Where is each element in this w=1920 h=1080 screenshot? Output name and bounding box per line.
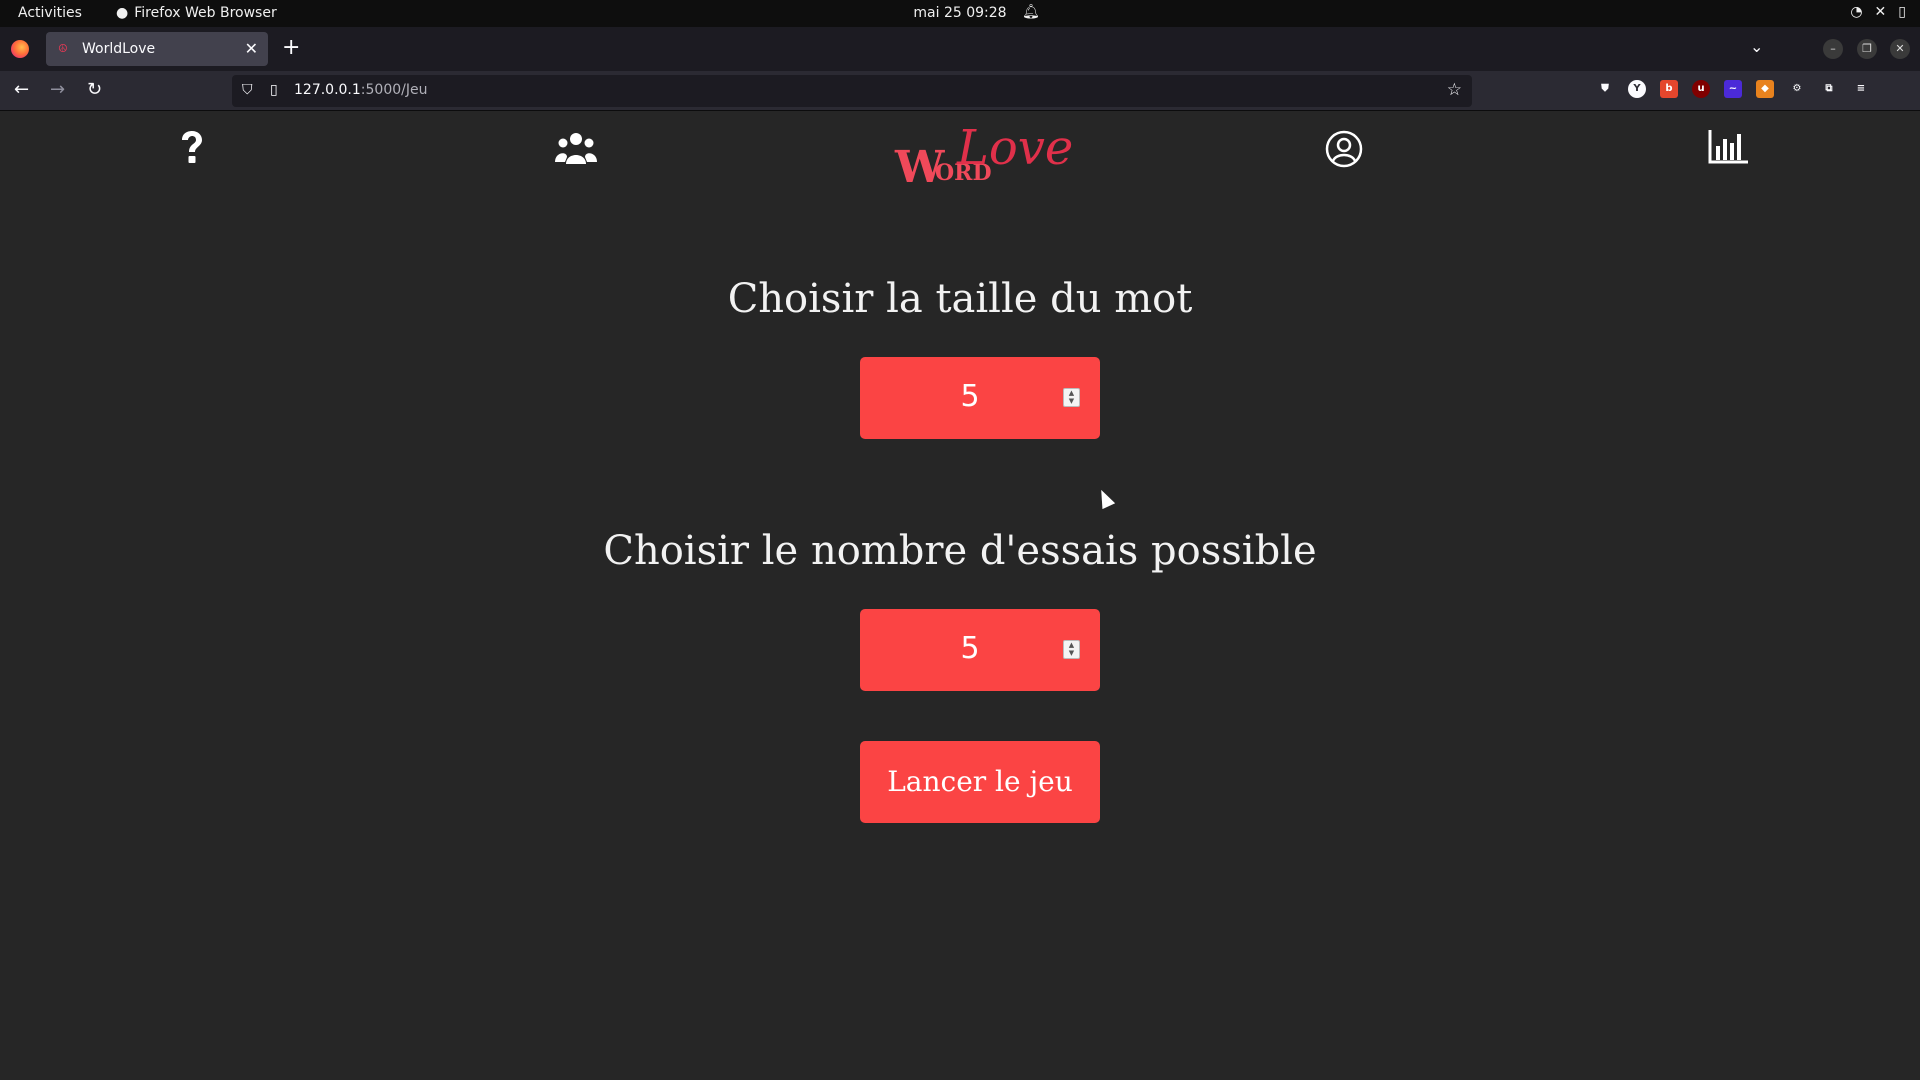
- tracking-protection-shield-icon[interactable]: ⛉: [242, 82, 253, 98]
- activities-button[interactable]: Activities: [18, 5, 82, 21]
- settings-gear-icon[interactable]: ⚙: [1788, 80, 1806, 98]
- app-menu[interactable]: ● Firefox Web Browser: [116, 5, 277, 21]
- tab-strip: ☮ WorldLove ✕ + ⌄ – ❐ ✕: [0, 27, 1920, 71]
- logo-script-love: Love: [957, 120, 1074, 176]
- hamburger-menu-icon[interactable]: ≡: [1852, 80, 1870, 98]
- pocket-icon[interactable]: ⛊: [1596, 80, 1614, 98]
- tries-heading: Choisir le nombre d'essais possible: [603, 528, 1317, 574]
- url-host: 127.0.0.1: [294, 82, 361, 98]
- firefox-icon: ●: [116, 5, 129, 21]
- volume-muted-icon: ✕: [1874, 4, 1887, 20]
- url-path: :5000/Jeu: [360, 82, 428, 98]
- tries-spinner[interactable]: ▲ ▼: [1063, 640, 1080, 659]
- url-text[interactable]: 127.0.0.1:5000/Jeu: [294, 82, 427, 98]
- worldlove-logo[interactable]: W ORD Love: [895, 120, 1073, 202]
- notification-bell-icon[interactable]: 🔔︎: [1022, 4, 1040, 20]
- extensions-puzzle-icon[interactable]: ⧉: [1820, 80, 1838, 98]
- list-all-tabs-chevron-icon[interactable]: ⌄: [1750, 37, 1763, 56]
- ublock-origin-icon[interactable]: u: [1692, 80, 1710, 98]
- clock[interactable]: mai 25 09:28: [913, 5, 1006, 21]
- forward-arrow-icon[interactable]: →: [50, 79, 65, 100]
- stats-icon[interactable]: [1708, 130, 1748, 168]
- tries-value: 5: [960, 631, 980, 666]
- users-icon[interactable]: [555, 130, 597, 170]
- url-bar[interactable]: ⛉ ▯ 127.0.0.1:5000/Jeu ☆: [232, 75, 1472, 107]
- extensions-area: ⛊ Y b u ~ ◆ ⚙ ⧉ ≡: [1596, 80, 1870, 98]
- tab-favicon-icon: ☮: [58, 42, 68, 55]
- bookmark-star-icon[interactable]: ☆: [1447, 80, 1462, 100]
- wifi-icon: ◔: [1850, 4, 1863, 20]
- app-name-label: Firefox Web Browser: [134, 5, 277, 21]
- page-content: W ORD Love Choisir la taille du mot 5 ▲ ▼…: [0, 112, 1920, 1080]
- word-size-heading: Choisir la taille du mot: [727, 276, 1193, 322]
- tab-title: WorldLove: [82, 41, 156, 57]
- help-icon[interactable]: [178, 130, 206, 170]
- tab-close-icon[interactable]: ✕: [245, 39, 258, 58]
- system-tray[interactable]: ◔ ✕ ▯: [1850, 4, 1906, 20]
- nav-toolbar: ← → ↻ ⛉ ▯ 127.0.0.1:5000/Jeu ☆ ⛊ Y b u ~…: [0, 71, 1920, 111]
- minimize-window-icon[interactable]: –: [1823, 39, 1843, 59]
- word-size-input[interactable]: 5 ▲ ▼: [860, 357, 1100, 439]
- restore-window-icon[interactable]: ❐: [1857, 39, 1877, 59]
- tries-input[interactable]: 5 ▲ ▼: [860, 609, 1100, 691]
- battery-icon: ▯: [1898, 4, 1906, 20]
- firefox-view-icon[interactable]: [11, 40, 29, 58]
- system-top-bar: Activities ● Firefox Web Browser mai 25 …: [0, 0, 1920, 27]
- tab-worldlove[interactable]: ☮ WorldLove ✕: [46, 32, 268, 66]
- fx-extension-icon[interactable]: ~: [1724, 80, 1742, 98]
- metamask-fox-icon[interactable]: ◆: [1756, 80, 1774, 98]
- y-extension-icon[interactable]: Y: [1628, 80, 1646, 98]
- account-icon[interactable]: [1325, 130, 1363, 172]
- close-window-icon[interactable]: ✕: [1890, 39, 1910, 59]
- launch-game-button[interactable]: Lancer le jeu: [860, 741, 1100, 823]
- back-arrow-icon[interactable]: ←: [14, 79, 29, 100]
- word-size-spinner[interactable]: ▲ ▼: [1063, 388, 1080, 407]
- new-tab-button[interactable]: +: [282, 35, 300, 60]
- word-size-value: 5: [960, 379, 980, 414]
- reload-icon[interactable]: ↻: [87, 79, 102, 100]
- b-extension-icon[interactable]: b: [1660, 80, 1678, 98]
- page-info-icon[interactable]: ▯: [270, 82, 278, 98]
